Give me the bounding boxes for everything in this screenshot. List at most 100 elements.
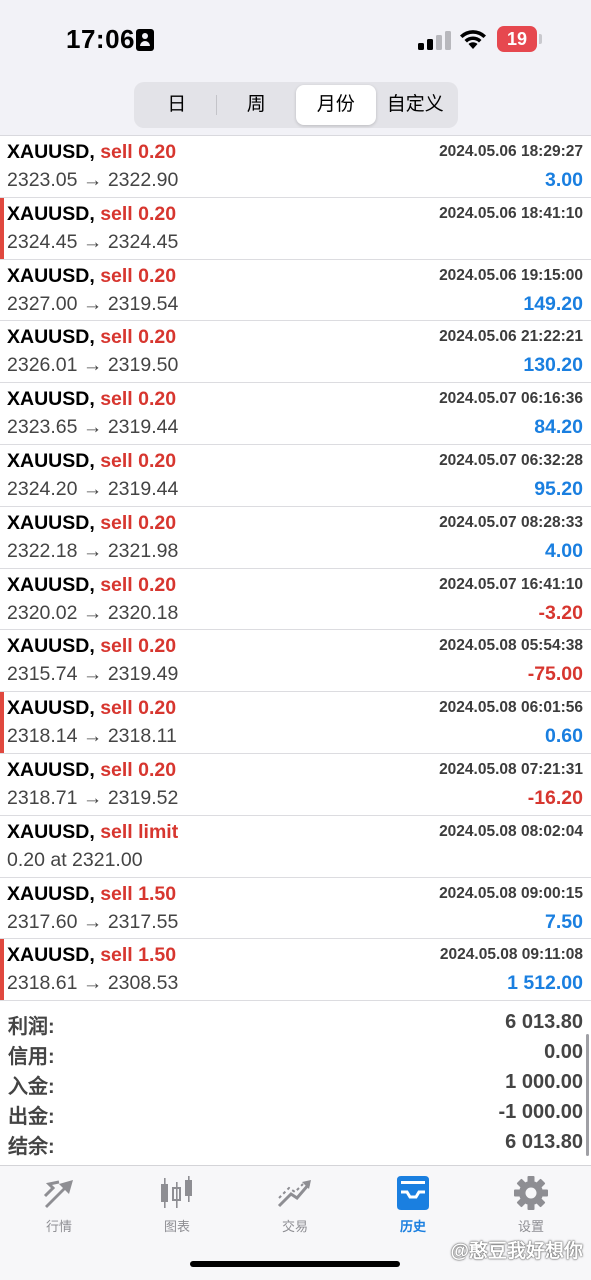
trade-title: XAUUSD, sell 0.20 [7,450,176,473]
trade-profit: -16.20 [527,786,583,809]
battery-tip [539,34,542,44]
trade-prices: 2326.01 → 2319.50 [7,354,179,377]
trade-time: 2024.05.08 09:00:15 [439,884,583,902]
tab-label: 交易 [281,1219,308,1234]
trade-prices: 2320.02 → 2320.18 [7,601,179,624]
summary-value: 6 013.80 [505,1011,583,1033]
trade-symbol: XAUUSD, [7,141,95,163]
trade-row[interactable]: XAUUSD, sell 0.20 2024.05.08 05:54:38 2315… [0,630,591,693]
summary-row: 入金: 1 000.00 [0,1068,591,1098]
summary-label: 结余: [8,1136,55,1158]
summary-value: 6 013.80 [505,1131,583,1153]
trade-symbol: XAUUSD, [7,944,95,967]
trade-side: sell 1.50 [100,882,177,905]
scroll-indicator[interactable] [586,1034,589,1156]
trade-side: sell 0.20 [100,449,177,472]
status-bar: 17:06 19 [0,0,591,70]
tab-label: 行情 [45,1219,72,1234]
trade-row[interactable]: XAUUSD, sell 1.50 2024.05.08 09:11:08 2318… [0,939,591,1002]
trade-time: 2024.05.06 21:22:21 [439,328,583,346]
trade-side: sell 0.20 [100,573,177,596]
summary-label: 信用: [8,1046,55,1068]
trade-profit: 130.20 [523,354,583,377]
trade-time: 2024.05.06 18:29:27 [439,143,583,160]
trade-symbol: XAUUSD, [7,388,95,411]
trade-title: XAUUSD, sell 0.20 [7,512,176,535]
trade-row[interactable]: XAUUSD, sell 0.20 2024.05.07 08:28:33 2322… [0,506,591,569]
trade-symbol: XAUUSD, [7,758,95,781]
home-indicator[interactable] [190,1261,400,1267]
trade-title: XAUUSD, sell 0.20 [7,203,176,226]
trade-row[interactable]: XAUUSD, sell 0.20 2024.05.07 06:16:36 2323… [0,383,591,445]
trade-row[interactable]: XAUUSD, sell limit 2024.05.08 08:02:04 0.2… [0,815,591,878]
tab-history[interactable]: 历史 [354,1174,472,1244]
trade-row[interactable]: XAUUSD, sell 0.20 2024.05.06 18:41:10 2324… [0,197,591,260]
trade-history-list: XAUUSD, sell 0.20 2024.05.06 18:29:27 2323… [0,136,591,1002]
trade-symbol: XAUUSD, [7,635,95,658]
trade-title: XAUUSD, sell limit [7,821,178,844]
trade-row[interactable]: XAUUSD, sell 0.20 2024.05.06 21:22:21 2326… [0,321,591,384]
trade-time: 2024.05.08 06:01:56 [439,699,583,717]
candlestick-chart-icon [161,1176,192,1208]
trade-side: sell 0.20 [100,758,177,781]
trade-side: sell 0.20 [100,141,177,163]
trade-trend-icon [277,1180,311,1208]
trade-profit: 95.20 [534,477,583,500]
trade-title: XAUUSD, sell 1.50 [7,944,176,967]
trade-prices: 2324.45 → 2324.45 [7,230,179,253]
trade-time: 2024.05.06 18:41:10 [439,204,583,222]
trade-time: 2024.05.08 05:54:38 [439,637,583,655]
trade-row[interactable]: XAUUSD, sell 1.50 2024.05.08 09:00:15 2317… [0,877,591,940]
tab-quotes[interactable]: 行情 [0,1174,118,1244]
period-month[interactable]: 月份 [296,85,376,125]
trade-prices: 2315.74 → 2319.49 [7,663,179,686]
history-inbox-icon [397,1176,429,1210]
trade-symbol: XAUUSD, [7,882,95,905]
trade-profit: -3.20 [538,601,583,624]
trade-side: sell limit [100,820,179,843]
trade-row[interactable]: XAUUSD, sell 0.20 2024.05.06 18:29:27 2323… [0,136,591,198]
trade-title: XAUUSD, sell 0.20 [7,697,176,720]
trade-row[interactable]: XAUUSD, sell 0.20 2024.05.08 07:21:31 2318… [0,753,591,816]
trade-row[interactable]: XAUUSD, sell 0.20 2024.05.08 06:01:56 2318… [0,692,591,754]
tab-label: 历史 [399,1219,426,1234]
trade-row[interactable]: XAUUSD, sell 0.20 2024.05.07 16:41:10 2320… [0,568,591,631]
trade-symbol: XAUUSD, [7,449,95,472]
summary-row: 出金: -1 000.00 [0,1098,591,1128]
tab-settings[interactable]: 设置 [472,1174,590,1244]
trade-profit: 4.00 [545,539,583,562]
wifi-icon [460,30,486,49]
quotes-arrows-icon [43,1180,73,1208]
trade-prices: 2322.18 → 2321.98 [7,539,179,562]
period-custom[interactable]: 自定义 [376,85,456,125]
trade-prices: 2318.14 → 2318.11 [7,725,177,748]
trade-title: XAUUSD, sell 0.20 [7,326,176,349]
trade-title: XAUUSD, sell 1.50 [7,883,176,906]
trade-row[interactable]: XAUUSD, sell 0.20 2024.05.06 19:15:00 2327… [0,259,591,322]
trade-symbol: XAUUSD, [7,697,95,720]
trade-symbol: XAUUSD, [7,820,95,843]
trade-prices: 2324.20 → 2319.44 [7,477,179,500]
trade-symbol: XAUUSD, [7,511,95,534]
summary-label: 利润: [8,1016,55,1038]
cellular-signal-icon [418,30,452,50]
tab-label: 图表 [163,1219,190,1234]
trade-title: XAUUSD, sell 0.20 [7,635,176,658]
trade-symbol: XAUUSD, [7,264,95,287]
trade-time: 2024.05.08 09:11:08 [439,946,583,964]
trade-prices: 2323.05 → 2322.90 [7,169,179,191]
battery-indicator: 19 [497,26,537,52]
tab-label: 设置 [517,1219,544,1234]
tab-trade[interactable]: 交易 [236,1174,354,1244]
trade-title: XAUUSD, sell 0.20 [7,141,176,164]
trade-row[interactable]: XAUUSD, sell 0.20 2024.05.07 06:32:28 2324… [0,444,591,507]
trade-profit: 1 512.00 [507,972,583,995]
trade-side: sell 0.20 [100,697,177,720]
trade-time: 2024.05.08 08:02:04 [439,822,583,840]
period-week[interactable]: 周 [217,85,297,125]
period-day[interactable]: 日 [137,85,217,125]
trade-title: XAUUSD, sell 0.20 [7,574,176,597]
trade-prices: 2318.61 → 2308.53 [7,972,179,995]
tab-chart[interactable]: 图表 [118,1174,236,1244]
trade-symbol: XAUUSD, [7,202,95,225]
